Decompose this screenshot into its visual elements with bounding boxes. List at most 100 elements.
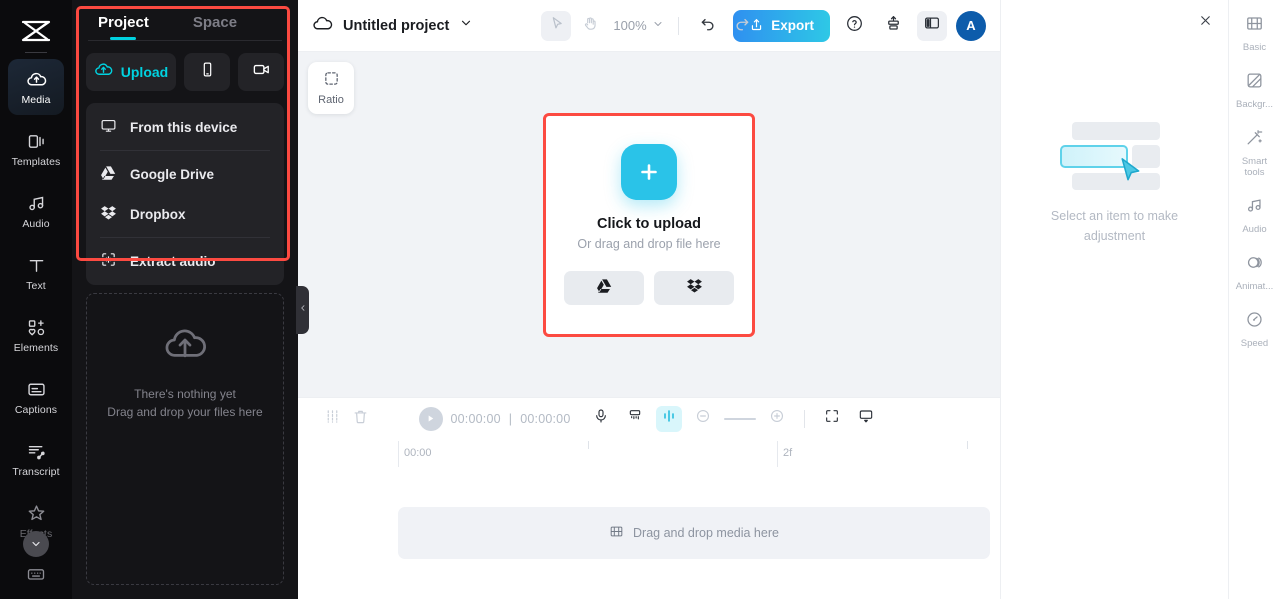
delete-button[interactable]: [346, 405, 374, 433]
google-drive-icon: [100, 164, 117, 184]
upload-dropbox-button[interactable]: [654, 271, 734, 305]
topbar-right-group: Export A: [733, 9, 986, 42]
microphone-icon: [593, 408, 609, 429]
tab-project[interactable]: Project: [98, 14, 149, 40]
redo-button[interactable]: [727, 11, 757, 41]
magic-wand-icon: [1245, 128, 1264, 152]
sidebar-item-effects[interactable]: Effects: [8, 493, 64, 557]
media-panel: Project Space Upload From this device Go…: [72, 0, 309, 599]
menu-item-label: Google Drive: [130, 166, 215, 182]
sidebar-item-templates[interactable]: Templates: [8, 121, 64, 177]
sidebar-item-label: Captions: [14, 403, 58, 416]
right-rail-item-smart-tools[interactable]: Smart tools: [1231, 128, 1279, 178]
right-rail-item-speed[interactable]: Speed: [1231, 310, 1279, 349]
preview-monitor-button[interactable]: [853, 406, 879, 432]
current-time: 00:00:00: [450, 411, 501, 426]
keyboard-icon[interactable]: [26, 564, 46, 589]
ruler-tick: [967, 441, 968, 449]
play-button[interactable]: [418, 406, 443, 431]
sidebar-item-label: Audio: [22, 217, 50, 230]
microphone-button[interactable]: [588, 406, 614, 432]
dropbox-icon: [100, 204, 117, 224]
menu-item-extract-audio[interactable]: Extract audio: [86, 241, 284, 281]
timeline-dropzone[interactable]: Drag and drop media here: [398, 507, 990, 559]
undo-button[interactable]: [693, 11, 723, 41]
ratio-button[interactable]: Ratio: [308, 62, 354, 114]
zoom-in-button[interactable]: [764, 406, 790, 432]
waveform-button[interactable]: [656, 405, 683, 432]
split-clip-button[interactable]: [318, 405, 346, 433]
ruler-tick: [588, 441, 589, 449]
ruler-label: 2f: [783, 447, 793, 459]
chevron-down-icon[interactable]: [459, 16, 473, 35]
empty-state-illustration: [1059, 122, 1170, 190]
menu-item-from-this-device[interactable]: From this device: [86, 107, 284, 147]
total-time: 00:00:00: [520, 411, 571, 426]
right-tool-rail: Basic Backgr... Smart tools Audio Animat…: [1228, 0, 1280, 599]
fit-screen-button[interactable]: [819, 406, 845, 432]
upload-from-phone-button[interactable]: [184, 53, 230, 91]
music-note-icon: [25, 193, 47, 215]
right-rail-item-animation[interactable]: Animat...: [1231, 253, 1279, 292]
split-clip-icon: [324, 408, 341, 430]
avatar[interactable]: A: [956, 10, 986, 41]
plus-icon[interactable]: [621, 144, 677, 200]
sidebar-item-text[interactable]: Text: [8, 245, 64, 301]
zoom-control[interactable]: 100%: [613, 18, 663, 33]
audio-mixer-button[interactable]: [622, 406, 648, 432]
empty-line-1: There's nothing yet: [134, 387, 236, 401]
sidebar-item-audio[interactable]: Audio: [8, 183, 64, 239]
timeline-dropzone-label: Drag and drop media here: [633, 526, 779, 540]
zoom-out-button[interactable]: [690, 406, 716, 432]
speedometer-icon: [1245, 310, 1264, 334]
media-empty-text: There's nothing yet Drag and drop your f…: [107, 385, 262, 421]
sidebar-item-captions[interactable]: Captions: [8, 369, 64, 425]
close-panel-button[interactable]: [1194, 12, 1216, 34]
menu-item-google-drive[interactable]: Google Drive: [86, 154, 284, 194]
ratio-button-label: Ratio: [318, 94, 344, 106]
zoom-slider[interactable]: [724, 417, 757, 420]
media-empty-dropzone[interactable]: There's nothing yet Drag and drop your f…: [86, 293, 284, 585]
split-panel-icon: [923, 14, 941, 37]
capcut-editor-window: Media Templates Audio Text Elements Capt…: [0, 0, 1280, 599]
time-separator: |: [508, 411, 513, 426]
upload-google-drive-button[interactable]: [564, 271, 644, 305]
video-camera-icon: [252, 60, 271, 84]
tab-space[interactable]: Space: [193, 14, 237, 40]
menu-item-label: Extract audio: [130, 253, 216, 269]
sidebar-item-elements[interactable]: Elements: [8, 307, 64, 363]
right-rail-item-audio[interactable]: Audio: [1231, 196, 1279, 235]
hand-icon: [582, 15, 599, 37]
upload-source-menu: From this device Google Drive Dropbox Ex…: [86, 103, 284, 285]
panel-toggle-button[interactable]: [917, 10, 947, 41]
cloud-icon[interactable]: [312, 13, 333, 39]
capcut-logo[interactable]: [17, 18, 55, 44]
upload-button[interactable]: Upload: [86, 53, 176, 91]
select-tool-button[interactable]: [541, 10, 572, 41]
export-button-label: Export: [771, 18, 814, 33]
collapse-panel-handle[interactable]: [296, 286, 309, 334]
hand-tool-button[interactable]: [575, 11, 605, 41]
sidebar-item-media[interactable]: Media: [8, 59, 64, 115]
sidebar-item-transcript[interactable]: Transcript: [8, 431, 64, 487]
preview-stage: Ratio Click to upload Or drag and drop f…: [298, 52, 1000, 397]
sidebar-item-label: Text: [26, 279, 46, 292]
menu-item-dropbox[interactable]: Dropbox: [86, 194, 284, 234]
layout-button[interactable]: [878, 11, 908, 41]
record-video-button[interactable]: [238, 53, 284, 91]
click-to-upload-card[interactable]: Click to upload Or drag and drop file he…: [543, 112, 755, 337]
chevron-left-icon: [299, 301, 307, 319]
background-icon: [1245, 71, 1264, 95]
right-rail-item-basic[interactable]: Basic: [1231, 14, 1279, 53]
page-title[interactable]: Untitled project: [343, 18, 449, 34]
right-rail-item-background[interactable]: Backgr...: [1231, 71, 1279, 110]
dashed-square-icon: [323, 70, 340, 90]
help-button[interactable]: [839, 11, 869, 41]
chevron-down-icon[interactable]: [23, 531, 49, 557]
top-toolbar: Untitled project 100% Export A: [298, 0, 1000, 52]
rail-bottom: [0, 564, 72, 589]
waveform-icon: [661, 408, 677, 429]
timeline-ruler[interactable]: 00:00 2f: [298, 439, 1000, 467]
film-strip-icon: [1245, 14, 1264, 38]
animation-icon: [1245, 253, 1264, 277]
